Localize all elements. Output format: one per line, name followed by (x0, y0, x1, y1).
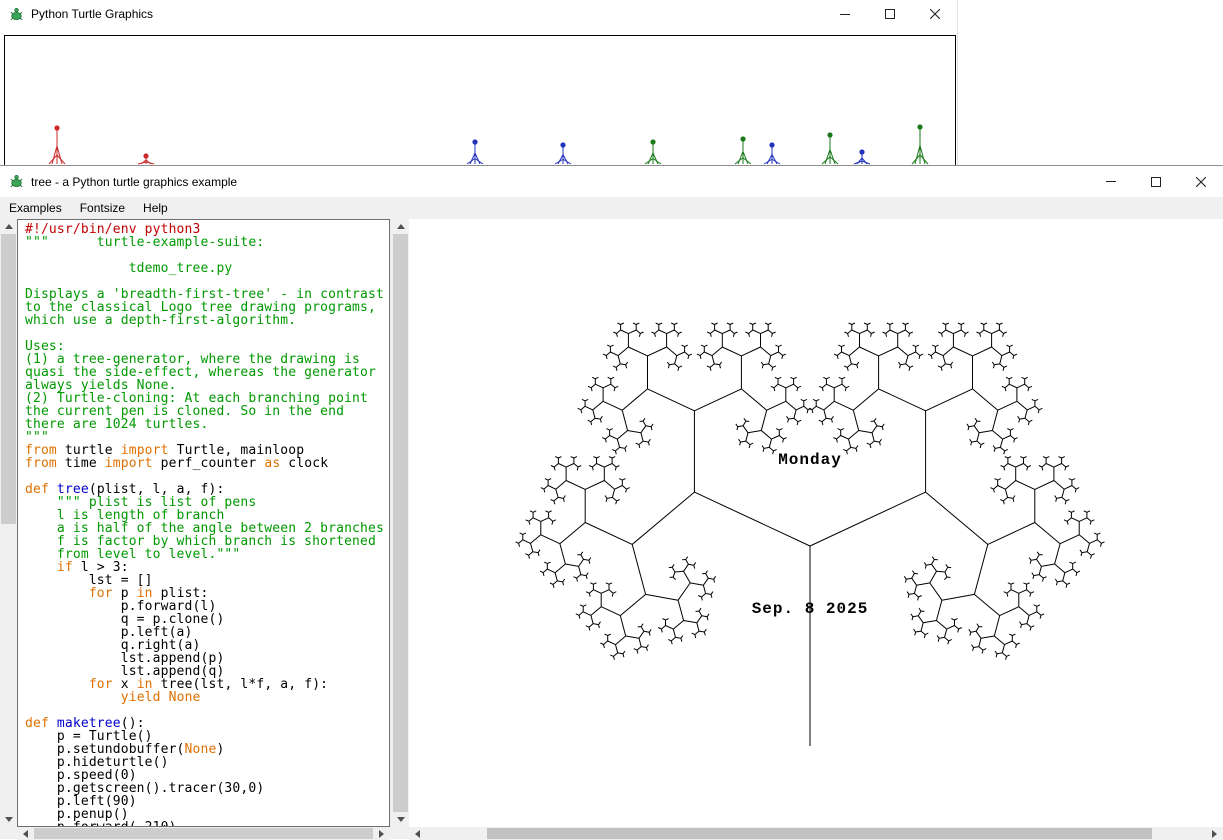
bg-figure (49, 125, 65, 164)
turtle-canvas[interactable]: Monday Sep. 8 2025 (409, 219, 1223, 827)
bg-figure (735, 136, 751, 164)
code-line: from time import perf_counter as clock (25, 457, 389, 470)
app-window: tree - a Python turtle graphics example … (0, 165, 1223, 839)
arrow-up-icon (5, 224, 13, 229)
arrow-down-icon (5, 817, 13, 822)
canvas-hscroll-thumb[interactable] (487, 828, 1152, 839)
arrow-down-icon (397, 817, 405, 822)
scroll-up-button[interactable] (392, 219, 409, 234)
bg-window-controls (822, 0, 957, 28)
code-hscrollbar[interactable] (17, 827, 390, 840)
code-line: yield None (25, 691, 389, 704)
menubar: Examples Fontsize Help (0, 197, 1223, 219)
code-line (25, 327, 389, 340)
canvas-vscroll-thumb[interactable] (393, 234, 408, 812)
code-line: tdemo_tree.py (25, 262, 389, 275)
scroll-left-button[interactable] (409, 827, 426, 840)
minimize-icon (840, 14, 850, 15)
close-icon (930, 9, 940, 19)
bg-figure (912, 124, 928, 164)
close-icon (1196, 177, 1206, 187)
code-line: """ turtle-example-suite: (25, 236, 389, 249)
turtle-app-icon (9, 174, 24, 189)
bg-minimize-button[interactable] (822, 0, 867, 28)
code-hscroll-thumb[interactable] (34, 828, 373, 839)
bg-figure (854, 149, 870, 164)
code-pane[interactable]: #!/usr/bin/env python3""" turtle-example… (17, 219, 390, 827)
app-window-controls (1088, 166, 1223, 197)
arrow-left-icon (23, 830, 28, 838)
scroll-right-button[interactable] (373, 827, 390, 840)
menu-fontsize[interactable]: Fontsize (71, 197, 134, 219)
minimize-icon (1106, 181, 1116, 182)
bg-figure (555, 142, 571, 164)
turtle-app-icon (9, 7, 24, 22)
menu-examples[interactable]: Examples (0, 197, 71, 219)
arrow-left-icon (415, 830, 420, 838)
scroll-up-button[interactable] (0, 219, 17, 234)
arrow-up-icon (397, 224, 405, 229)
maximize-icon (1151, 177, 1161, 187)
bg-figures (5, 36, 955, 165)
code-vscroll-thumb[interactable] (1, 234, 16, 524)
app-maximize-button[interactable] (1133, 166, 1178, 197)
scroll-down-button[interactable] (392, 812, 409, 827)
scroll-right-button[interactable] (1206, 827, 1223, 840)
code-line: which use a depth-first-algorithm. (25, 314, 389, 327)
scroll-down-button[interactable] (0, 812, 17, 827)
menu-help[interactable]: Help (134, 197, 177, 219)
bg-figure (138, 153, 154, 164)
canvas-hscrollbar[interactable] (409, 827, 1223, 840)
arrow-right-icon (1212, 830, 1217, 838)
bg-figure (645, 139, 661, 164)
code-vscrollbar[interactable] (0, 219, 17, 827)
bg-figure (822, 132, 838, 164)
canvas-label: Monday (778, 451, 842, 469)
app-window-title: tree - a Python turtle graphics example (31, 175, 237, 189)
app-close-button[interactable] (1178, 166, 1223, 197)
bg-figure (467, 139, 483, 164)
canvas-vscrollbar[interactable] (392, 219, 409, 827)
code-line: there are 1024 turtles. (25, 418, 389, 431)
bg-titlebar: Python Turtle Graphics (0, 0, 957, 28)
arrow-right-icon (379, 830, 384, 838)
app-minimize-button[interactable] (1088, 166, 1133, 197)
tree-drawing: Monday Sep. 8 2025 (409, 219, 1223, 827)
app-titlebar: tree - a Python turtle graphics example (0, 166, 1223, 197)
code-lines: #!/usr/bin/env python3""" turtle-example… (18, 220, 389, 827)
maximize-icon (885, 9, 895, 19)
scroll-left-button[interactable] (17, 827, 34, 840)
canvas-label: Sep. 8 2025 (752, 600, 869, 618)
bg-close-button[interactable] (912, 0, 957, 28)
bg-window-title: Python Turtle Graphics (31, 7, 153, 21)
bg-figure (764, 142, 780, 164)
bg-maximize-button[interactable] (867, 0, 912, 28)
